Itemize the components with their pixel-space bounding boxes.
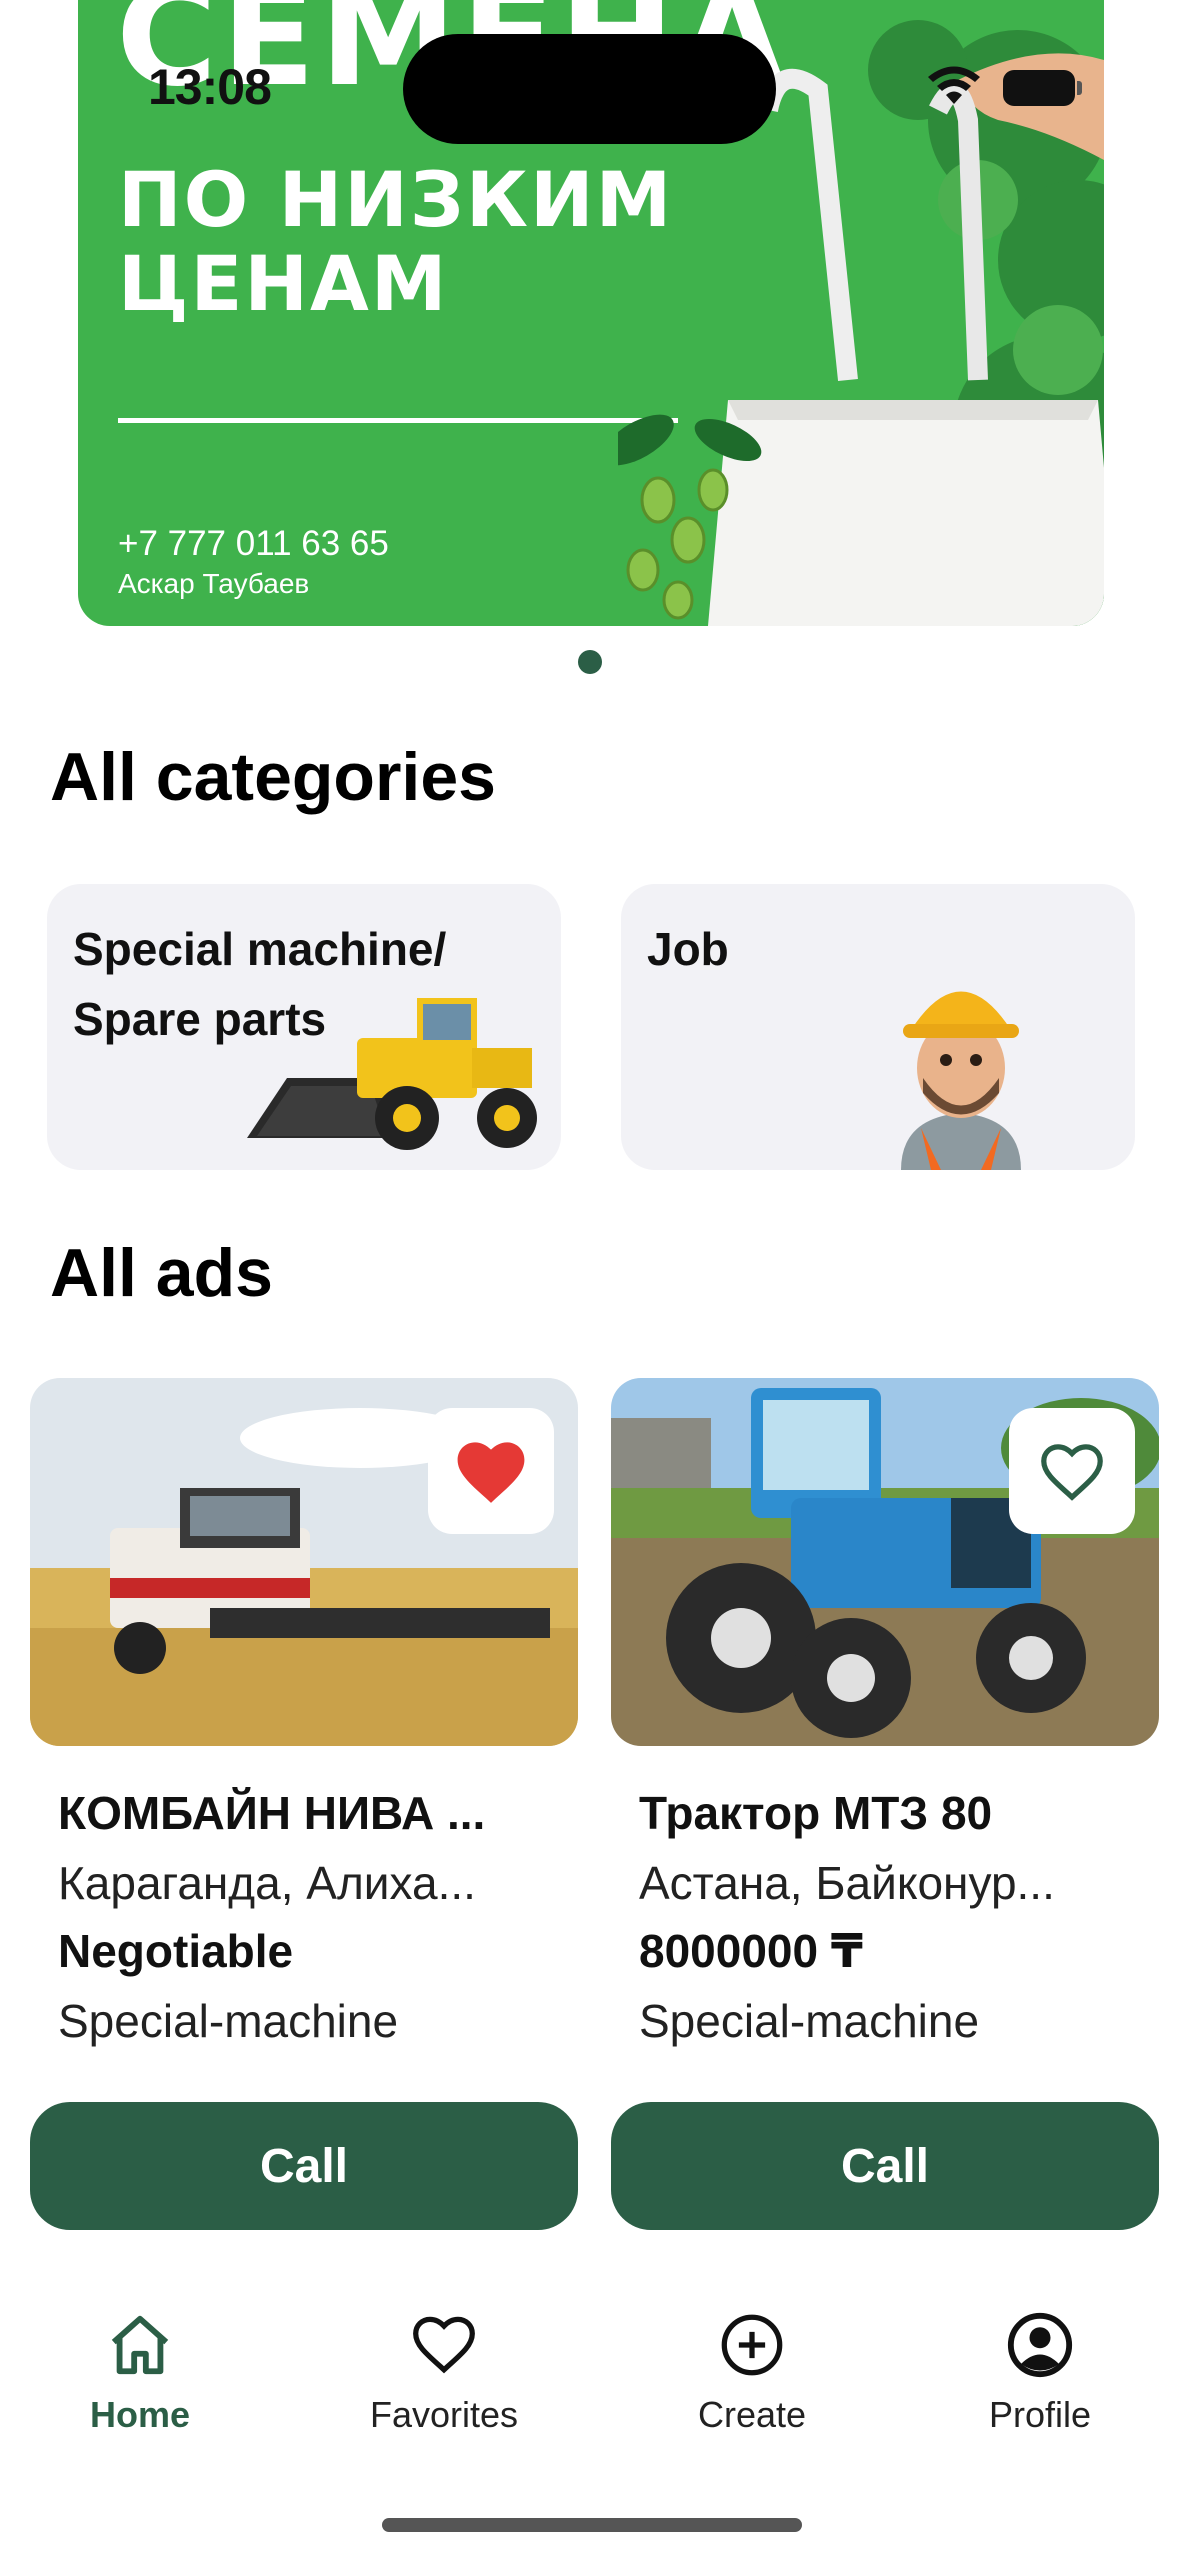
nav-item-home[interactable]: Home — [30, 2310, 250, 2436]
heart-filled-icon — [457, 1442, 525, 1503]
nav-label: Profile — [988, 2394, 1092, 2435]
ad-title: КОМБАЙН НИВА ... — [58, 1787, 486, 1839]
dynamic-island — [403, 34, 776, 144]
banner-seller-name: Аскар Таубаев — [118, 568, 310, 599]
nav-label: Create — [697, 2394, 807, 2435]
status-time: 13:08 — [148, 59, 272, 115]
banner-subtitle-line1: ПО НИЗКИМ — [118, 155, 674, 244]
ad-photo[interactable] — [30, 1378, 578, 1746]
favorite-button[interactable] — [428, 1408, 554, 1534]
worker-avatar-image — [901, 991, 1021, 1170]
ad-location: Караганда, Алиха... — [58, 1857, 476, 1909]
ad-card[interactable]: Трактор МТЗ 80 Астана, Байконур... 80000… — [611, 1378, 1159, 2230]
heart-outline-icon — [1041, 1444, 1103, 1501]
ad-location: Астана, Байконур... — [639, 1857, 1055, 1909]
ad-price: Negotiable — [58, 1925, 294, 1977]
categories-heading: All categories — [50, 739, 496, 815]
ad-card[interactable]: КОМБАЙН НИВА ... Караганда, Алиха... Neg… — [30, 1378, 578, 2230]
favorite-button[interactable] — [1009, 1408, 1135, 1534]
home-indicator[interactable] — [382, 2518, 802, 2532]
call-button[interactable]: Call — [30, 2102, 578, 2230]
battery-icon — [1003, 70, 1082, 106]
category-card-job[interactable]: Job — [621, 884, 1135, 1170]
category-label-line1: Job — [647, 923, 729, 975]
banner-subtitle-line2: ЦЕНАМ — [118, 239, 449, 328]
ads-heading: All ads — [50, 1235, 273, 1311]
profile-icon — [1007, 2312, 1073, 2378]
call-button[interactable]: Call — [611, 2102, 1159, 2230]
ad-title: Трактор МТЗ 80 — [639, 1787, 993, 1839]
ad-price: 8000000 ₸ — [639, 1925, 863, 1977]
ad-category: Special-machine — [58, 1995, 399, 2047]
category-card-special-machine[interactable]: Special machine/ Spare parts — [47, 884, 561, 1170]
banner-phone: +7 777 011 63 65 — [118, 524, 389, 563]
wifi-icon — [928, 66, 980, 104]
home-icon — [111, 2315, 169, 2375]
category-label: Job — [647, 914, 729, 984]
ad-category: Special-machine — [639, 1995, 980, 2047]
nav-item-create[interactable]: Create — [642, 2310, 862, 2436]
banner-subtitle: ПО НИЗКИМ ЦЕНАМ — [118, 158, 673, 326]
ad-photo[interactable] — [611, 1378, 1159, 1746]
heart-icon — [413, 2316, 475, 2374]
banner-divider — [118, 418, 678, 423]
plus-circle-icon — [721, 2314, 783, 2376]
app-screen: СЕМЕНА ПО НИЗКИМ ЦЕНАМ +7 777 011 63 65 … — [0, 0, 1179, 2556]
nav-label: Favorites — [369, 2394, 519, 2435]
nav-item-favorites[interactable]: Favorites — [334, 2310, 554, 2436]
loader-machine-image — [247, 998, 537, 1150]
nav-label: Home — [89, 2394, 191, 2435]
carousel-indicator-dot[interactable] — [578, 650, 602, 674]
nav-item-profile[interactable]: Profile — [930, 2310, 1150, 2436]
